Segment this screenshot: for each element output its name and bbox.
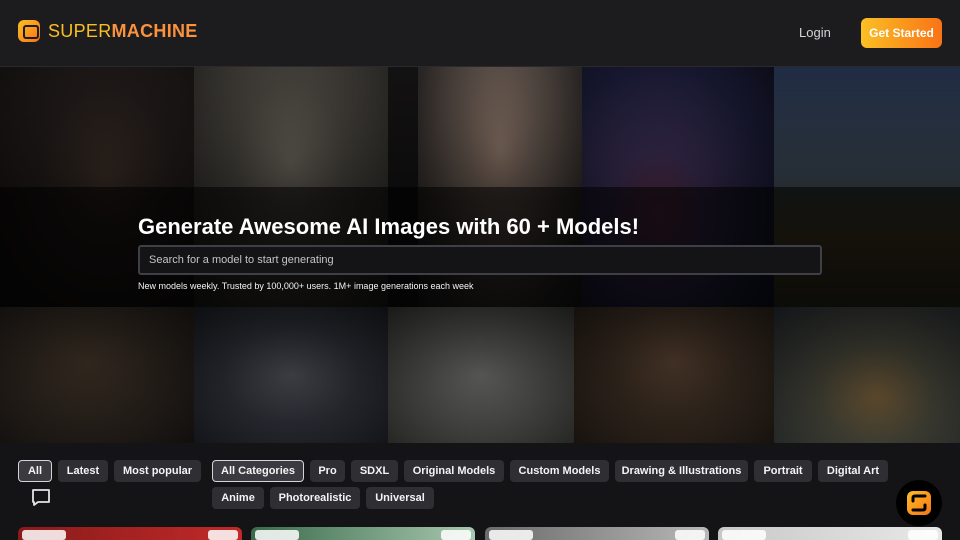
card-likes-badge [489,530,533,540]
category-chip-portrait[interactable]: Portrait [754,460,812,482]
login-link[interactable]: Login [799,25,831,40]
card-likes-badge [255,530,299,540]
card-meta-badge [208,530,238,540]
card-meta-badge [908,530,938,540]
category-chip-original-models[interactable]: Original Models [404,460,504,482]
brand-name-bold: MACHINE [111,20,198,41]
category-chip-sdxl[interactable]: SDXL [351,460,398,482]
get-started-button[interactable]: Get Started [861,18,942,48]
category-chip-all-categories[interactable]: All Categories [212,460,304,482]
supermachine-badge-icon[interactable] [896,480,942,526]
card-likes-badge [722,530,766,540]
category-chip-universal[interactable]: Universal [366,487,434,509]
category-chip-digital-art[interactable]: Digital Art [818,460,888,482]
brand-logo[interactable]: SUPERMACHINE [18,20,198,42]
brand-name: SUPERMACHINE [48,21,198,42]
card-meta-badge [675,530,705,540]
supermachine-logo-icon [18,20,40,42]
top-header: SUPERMACHINE Login Get Started [0,0,960,67]
sort-chip-latest[interactable]: Latest [58,460,108,482]
sort-chip-most-popular[interactable]: Most popular [114,460,201,482]
model-card[interactable] [251,527,475,540]
hero-subtitle: New models weekly. Trusted by 100,000+ u… [138,281,474,291]
filter-bar: All Latest Most popular All Categories P… [0,443,960,540]
category-chip-custom-models[interactable]: Custom Models [510,460,609,482]
model-card[interactable] [718,527,942,540]
model-card[interactable] [18,527,242,540]
chat-bubble-icon[interactable] [30,488,52,508]
category-chip-photorealistic[interactable]: Photorealistic [270,487,360,509]
category-chip-drawing-illustrations[interactable]: Drawing & Illustrations [615,460,748,482]
card-meta-badge [441,530,471,540]
brand-name-light: SUPER [48,20,112,41]
model-card-grid [0,527,960,540]
model-search-input[interactable] [138,245,822,275]
sort-chip-all[interactable]: All [18,460,52,482]
card-likes-badge [22,530,66,540]
category-chip-pro[interactable]: Pro [310,460,345,482]
hero-section: Generate Awesome AI Images with 60 + Mod… [0,67,960,443]
category-chip-anime[interactable]: Anime [212,487,264,509]
hero-title: Generate Awesome AI Images with 60 + Mod… [138,214,640,239]
model-card[interactable] [485,527,709,540]
